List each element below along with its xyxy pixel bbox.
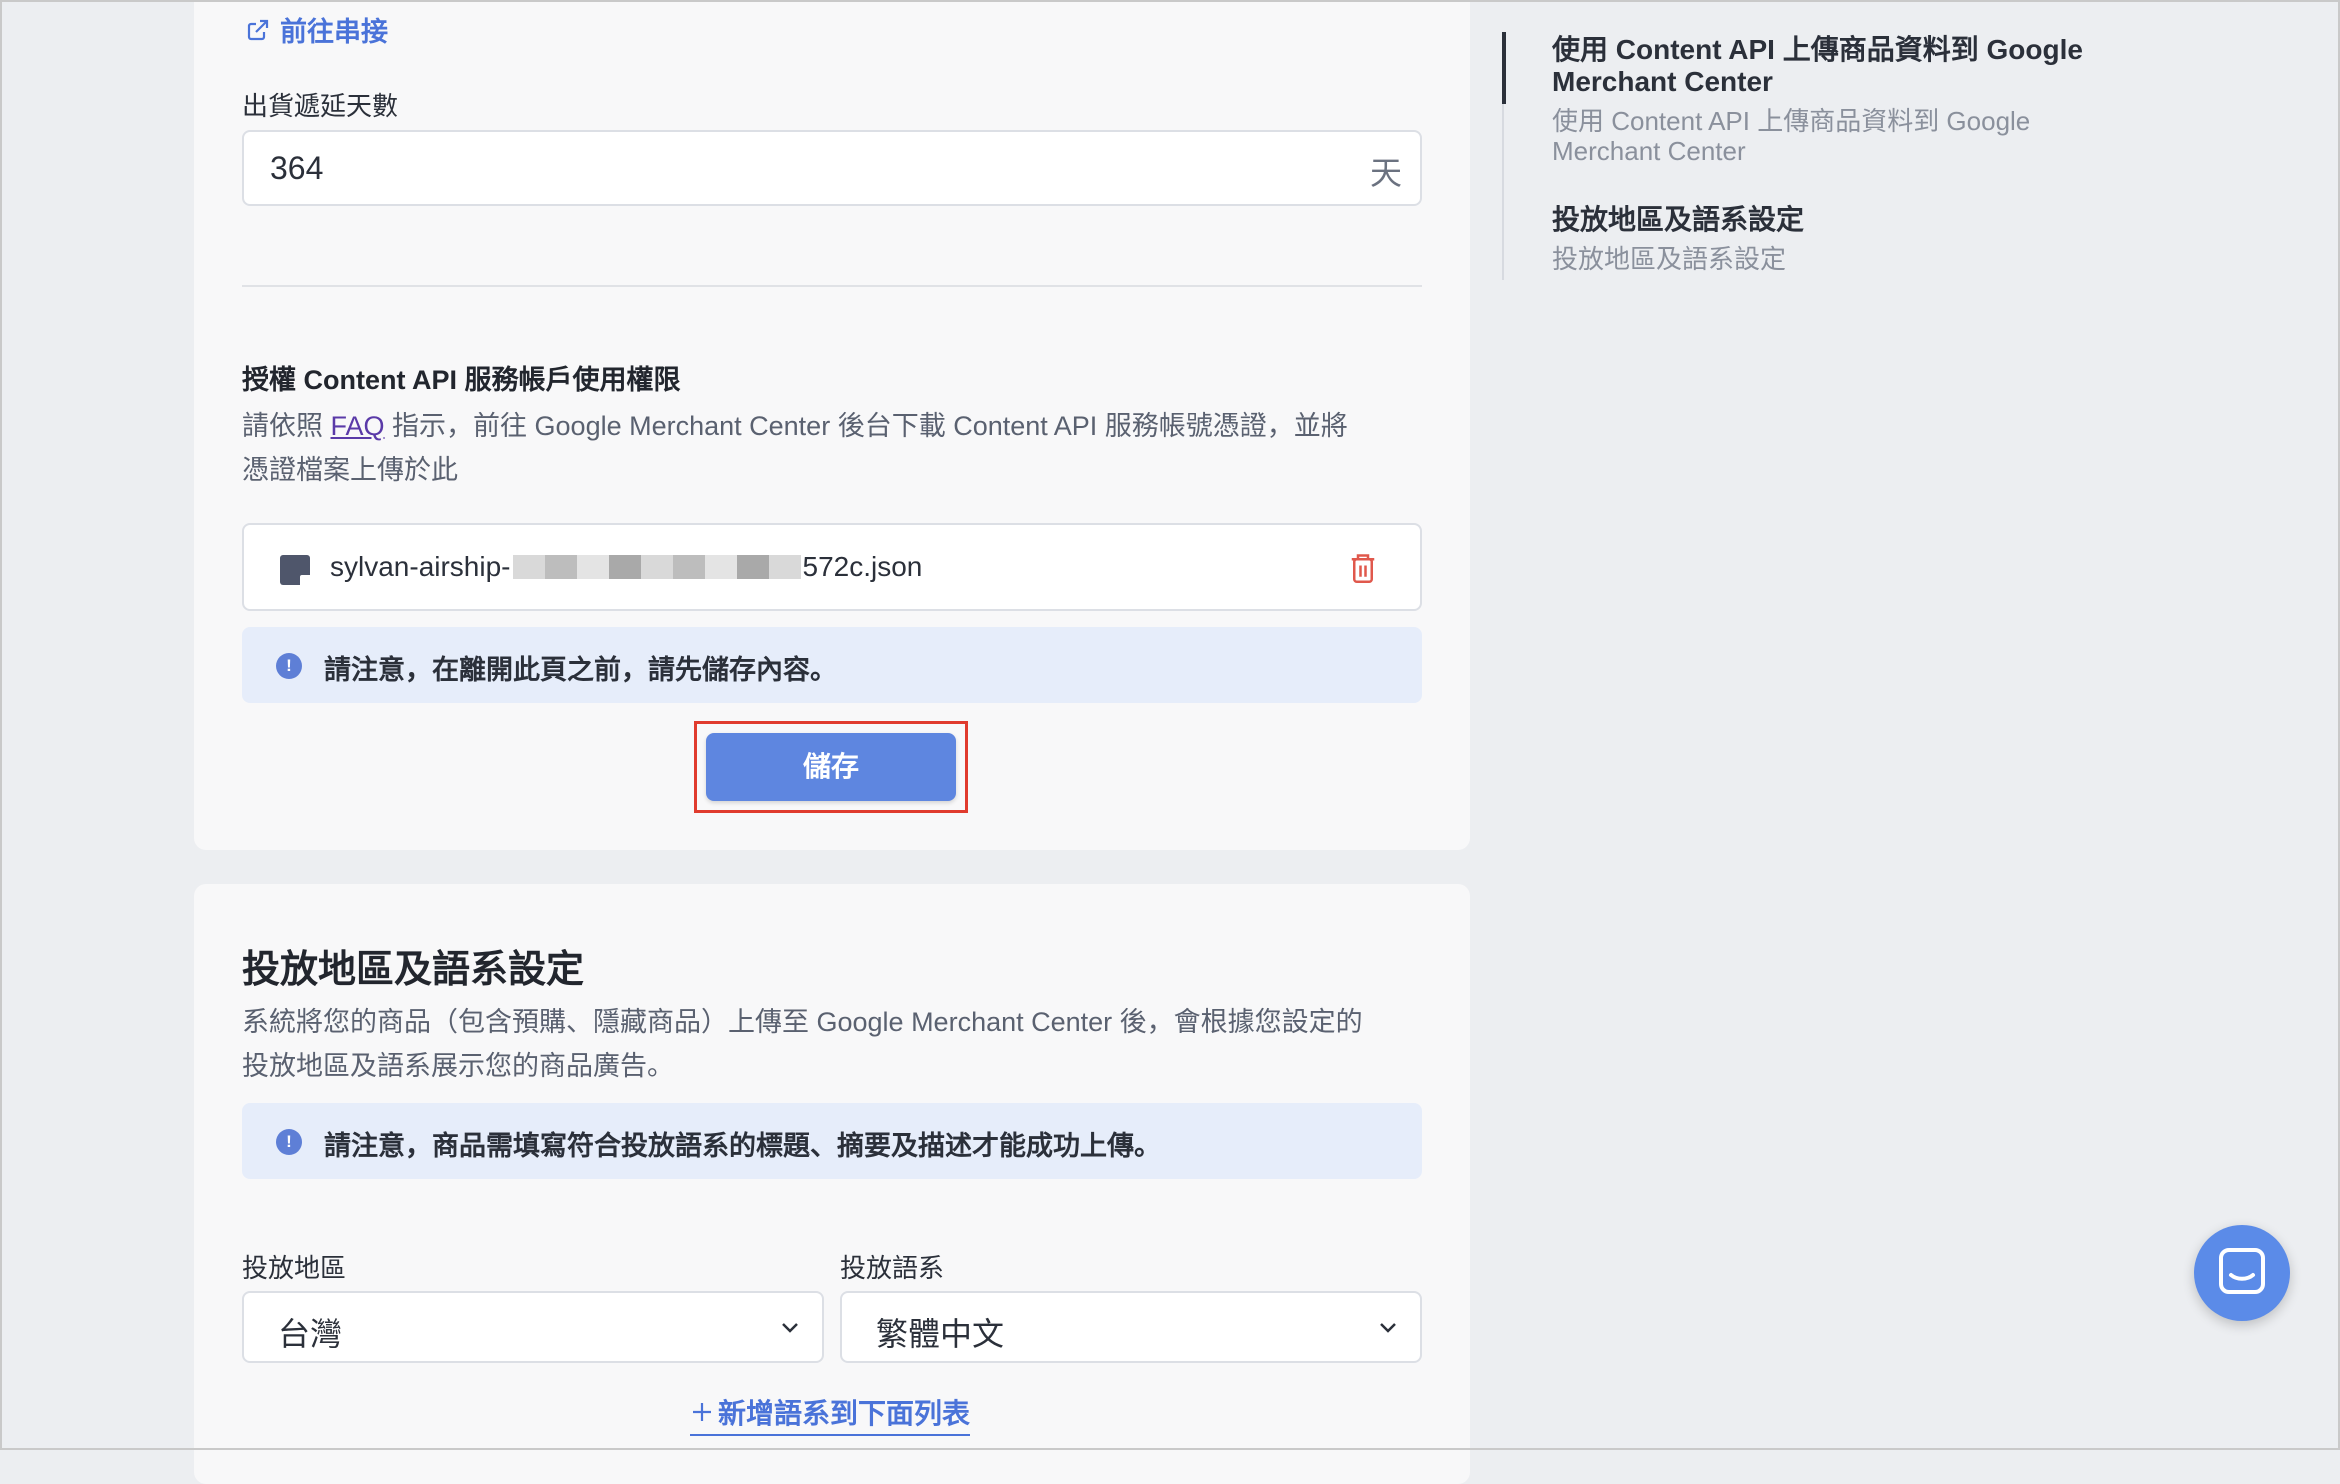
info-icon: ! bbox=[276, 1129, 302, 1155]
file-name-prefix: sylvan-airship- bbox=[330, 551, 511, 582]
language-value: 繁體中文 bbox=[876, 1316, 1005, 1352]
add-language-link[interactable]: 新增語系到下面列表 bbox=[690, 1392, 971, 1436]
auth-section-title: 授權 Content API 服務帳戶使用權限 bbox=[242, 365, 681, 395]
external-link-icon bbox=[247, 19, 269, 40]
delay-days-unit: 天 bbox=[1369, 155, 1402, 191]
faq-link[interactable]: FAQ bbox=[331, 411, 385, 441]
language-notice-text: 請注意，商品需填寫符合投放語系的標題、摘要及描述才能成功上傳。 bbox=[324, 1131, 1161, 1161]
save-button[interactable]: 儲存 bbox=[706, 733, 956, 801]
region-label: 投放地區 bbox=[242, 1253, 347, 1283]
info-icon: ! bbox=[276, 653, 302, 679]
chevron-down-icon bbox=[1380, 1323, 1396, 1333]
save-notice: ! 請注意，在離開此頁之前，請先儲存內容。 bbox=[242, 627, 1422, 703]
add-language-label: 新增語系到下面列表 bbox=[718, 1398, 971, 1429]
file-name: sylvan-airship- 572c.json bbox=[330, 551, 922, 583]
toc-item-content-api-sub: 使用 Content API 上傳商品資料到 Google Merchant C… bbox=[1552, 106, 2031, 166]
region-desc-line1: 系統將您的商品（包含預購、隱藏商品）上傳至 Google Merchant Ce… bbox=[242, 1007, 1363, 1037]
region-value: 台灣 bbox=[278, 1316, 343, 1352]
toc-active-marker bbox=[1502, 32, 1506, 104]
language-label: 投放語系 bbox=[840, 1253, 945, 1283]
section-divider bbox=[242, 285, 1422, 287]
uploaded-file: sylvan-airship- 572c.json bbox=[242, 523, 1422, 611]
auth-desc-line2: 憑證檔案上傳於此 bbox=[242, 455, 458, 485]
plus-icon bbox=[693, 1403, 711, 1421]
auth-section-desc: 請依照 FAQ 指示，前往 Google Merchant Center 後台下… bbox=[242, 404, 1422, 492]
region-desc-line2: 投放地區及語系展示您的商品廣告。 bbox=[242, 1051, 674, 1081]
chevron-down-icon bbox=[782, 1323, 798, 1333]
delay-days-label: 出貨遞延天數 bbox=[242, 91, 399, 121]
chat-icon bbox=[2219, 1248, 2265, 1294]
connect-link[interactable]: 前往串接 bbox=[246, 10, 388, 49]
region-section-title: 投放地區及語系設定 bbox=[242, 949, 585, 991]
toc-item-region[interactable]: 投放地區及語系設定 bbox=[1552, 204, 2152, 236]
file-name-suffix: 572c.json bbox=[802, 551, 923, 582]
delay-days-value: 364 bbox=[270, 150, 324, 186]
toc-item-content-api[interactable]: 使用 Content API 上傳商品資料到 Google Merchant C… bbox=[1552, 34, 2152, 98]
auth-desc-line1: 指示，前往 Google Merchant Center 後台下載 Conten… bbox=[384, 411, 1348, 441]
trash-icon[interactable] bbox=[1348, 551, 1378, 585]
redacted-text bbox=[512, 555, 801, 579]
chat-launcher-button[interactable] bbox=[2194, 1225, 2290, 1321]
language-select[interactable]: 繁體中文 bbox=[840, 1291, 1422, 1363]
region-select[interactable]: 台灣 bbox=[242, 1291, 824, 1363]
file-icon bbox=[280, 555, 312, 587]
save-notice-text: 請注意，在離開此頁之前，請先儲存內容。 bbox=[324, 655, 837, 685]
delay-days-input[interactable]: 364 天 bbox=[242, 130, 1422, 206]
connect-link-label: 前往串接 bbox=[280, 17, 388, 47]
toc-line bbox=[1502, 104, 1504, 280]
auth-desc-prefix: 請依照 bbox=[242, 411, 331, 441]
region-section-desc: 系統將您的商品（包含預購、隱藏商品）上傳至 Google Merchant Ce… bbox=[242, 1000, 1442, 1088]
toc-item-region-sub: 投放地區及語系設定 bbox=[1552, 244, 1787, 274]
language-notice: ! 請注意，商品需填寫符合投放語系的標題、摘要及描述才能成功上傳。 bbox=[242, 1103, 1422, 1179]
